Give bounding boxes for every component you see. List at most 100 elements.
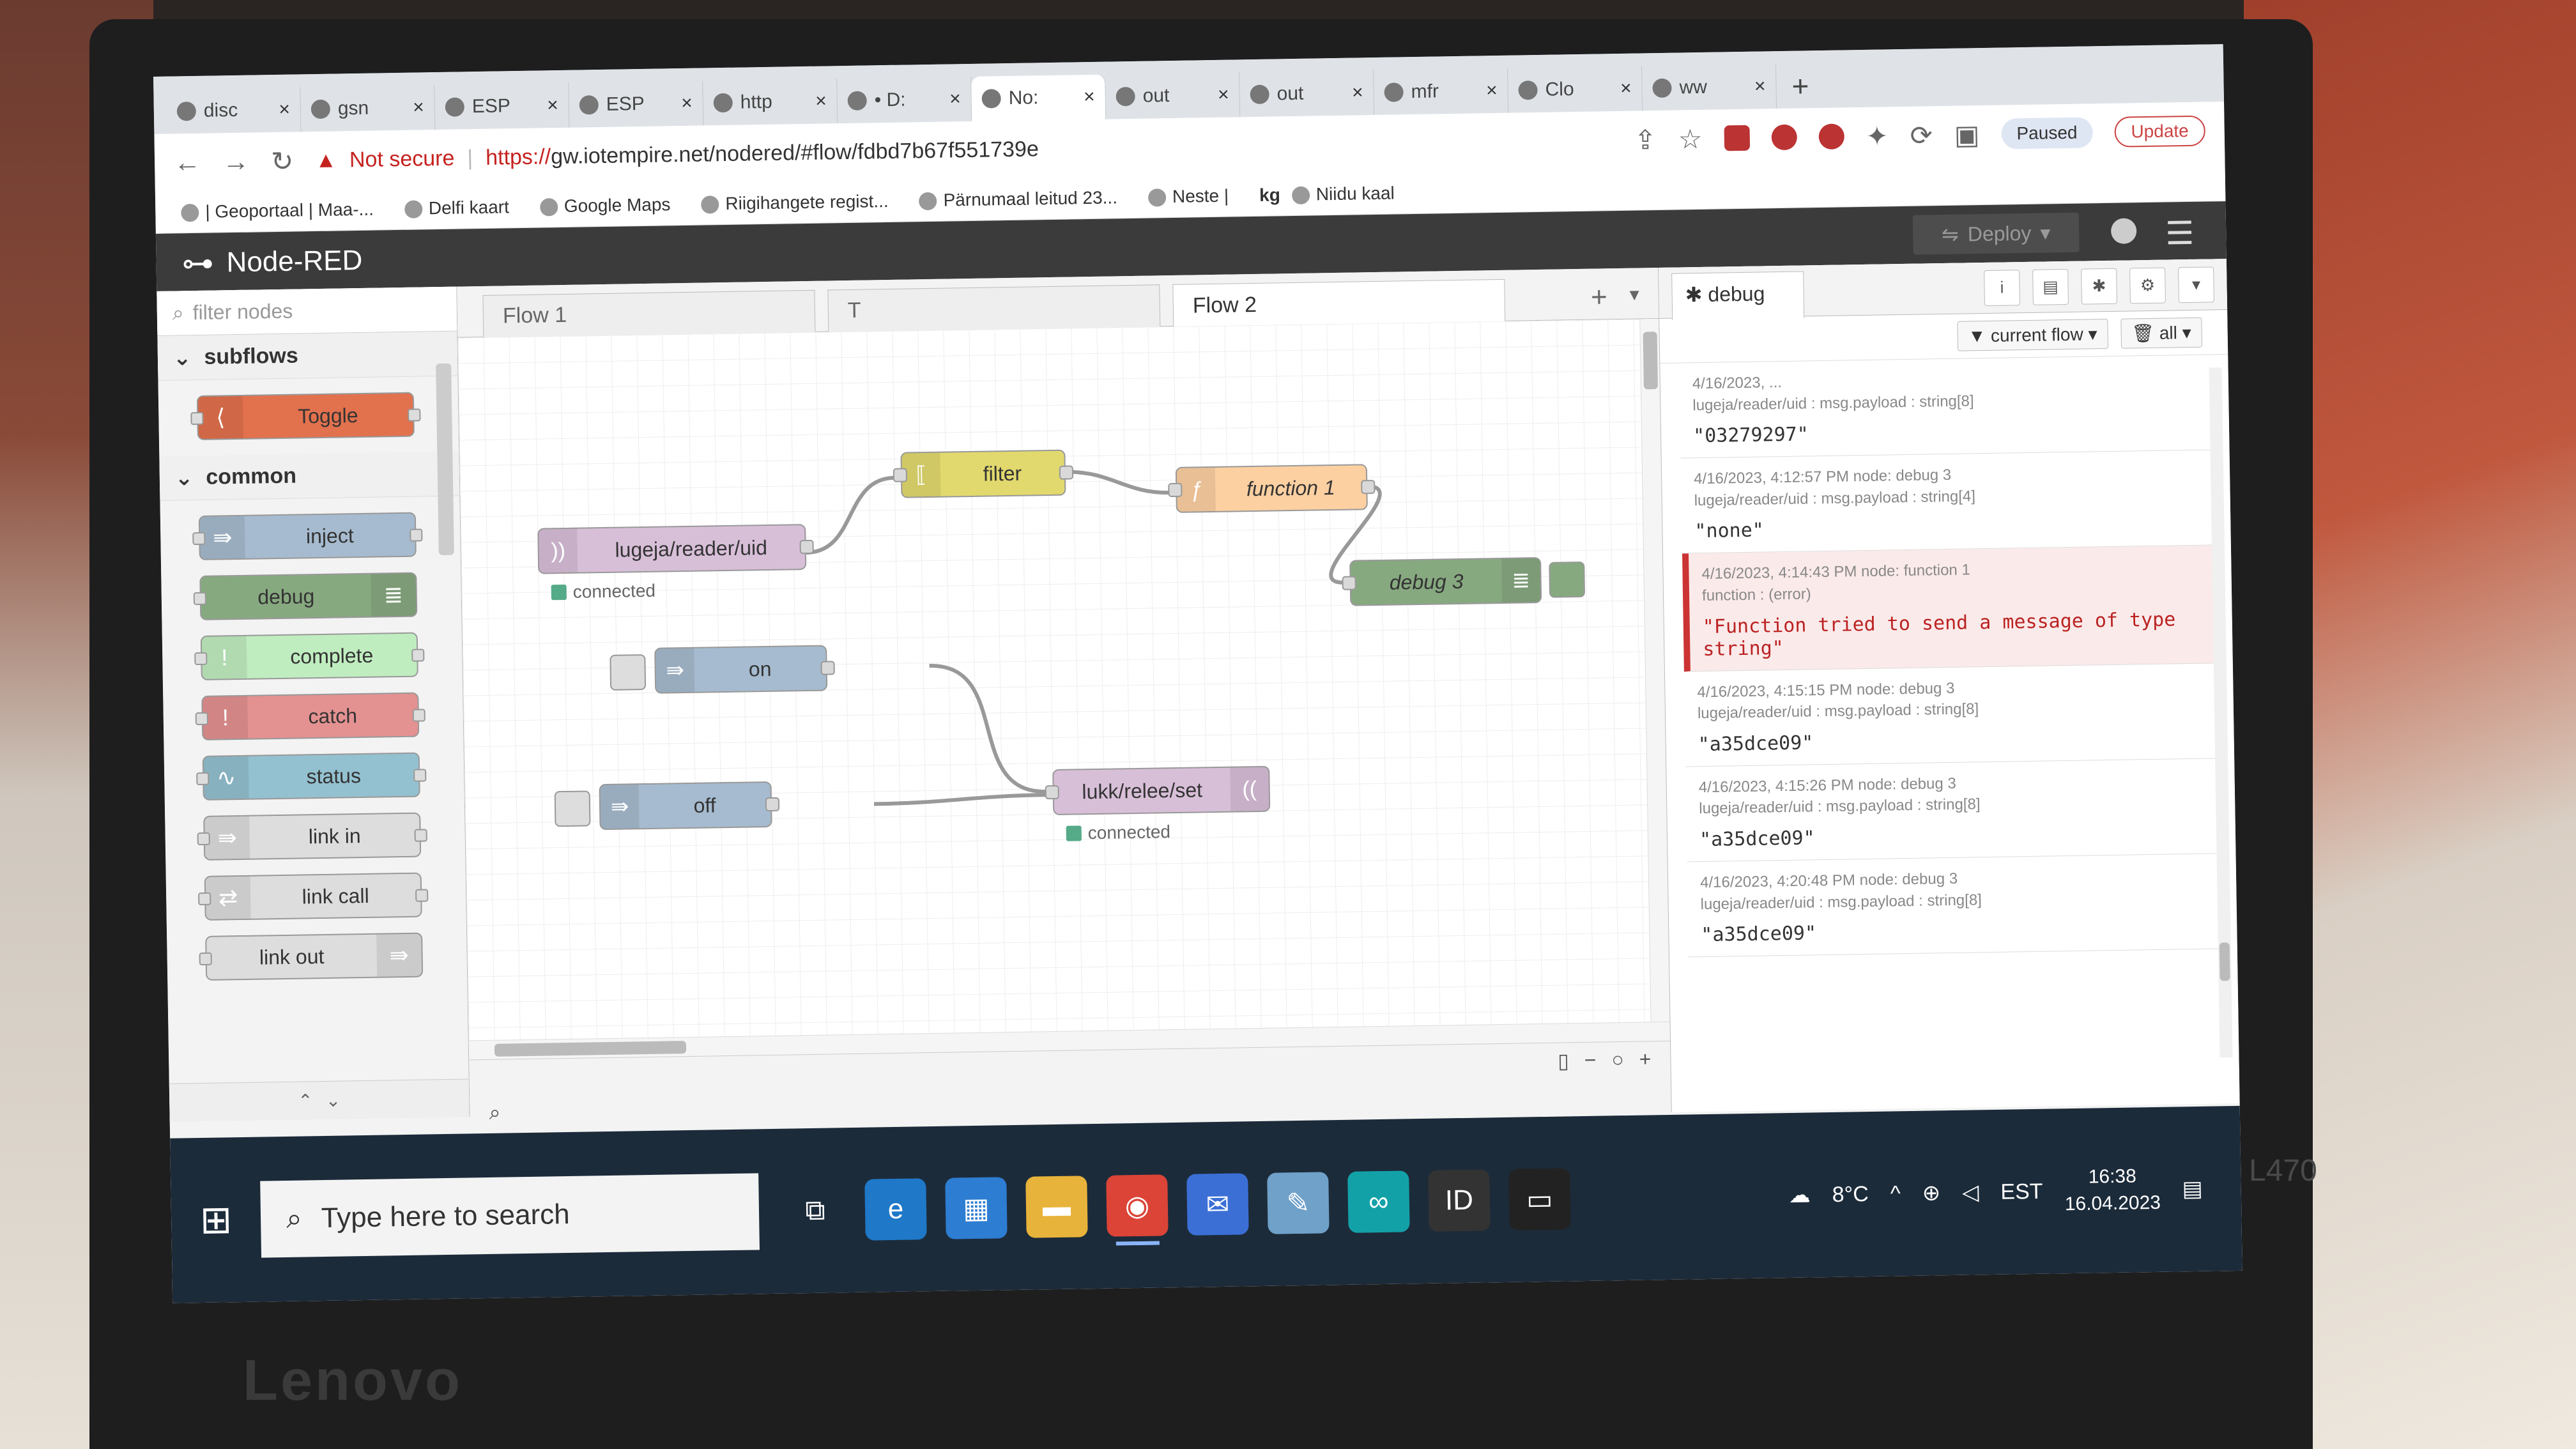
close-icon[interactable]: × <box>1084 86 1095 108</box>
bug-icon[interactable]: ✱ <box>2081 268 2117 305</box>
node-debug-3[interactable]: debug 3 ≣ <box>1342 556 1542 606</box>
star-icon[interactable]: ☆ <box>1678 123 1702 155</box>
output-port[interactable] <box>820 661 835 675</box>
browser-tab[interactable]: mfr × <box>1374 68 1509 115</box>
debug-message[interactable]: 4/16/2023, 4:12:57 PM node: debug 3 lugej… <box>1680 450 2212 554</box>
chrome-icon[interactable]: ◉ <box>1106 1174 1169 1237</box>
node-inject-off[interactable]: ⇛ off <box>599 781 780 831</box>
output-port[interactable] <box>1059 465 1074 480</box>
user-icon[interactable] <box>2110 218 2137 244</box>
palette-category-common[interactable]: ⌄ common <box>159 451 460 501</box>
node-filter[interactable]: ⟦ filter <box>893 449 1074 498</box>
message-payload[interactable]: "none" <box>1694 512 2205 543</box>
browser-tab[interactable]: No: × <box>971 74 1107 121</box>
bookmark-item[interactable]: | Geoportaal | Maa-... <box>181 199 374 222</box>
volume-icon[interactable]: ◁ <box>1962 1179 1979 1205</box>
book-icon[interactable]: ▤ <box>2032 268 2069 305</box>
close-icon[interactable]: × <box>413 96 424 118</box>
message-payload[interactable]: "a35dce09" <box>1698 725 2208 756</box>
palette-node-complete[interactable]: ! complete <box>194 632 425 680</box>
task-view-icon[interactable]: ⧉ <box>784 1179 846 1241</box>
message-payload[interactable]: "a35dce09" <box>1699 821 2210 851</box>
zoom-out-icon[interactable]: − <box>1584 1048 1596 1072</box>
browser-tab[interactable]: ESP × <box>569 80 704 128</box>
weather-temp[interactable]: 8°C <box>1832 1182 1869 1208</box>
palette-scrollbar[interactable] <box>436 363 454 556</box>
bookmark-item[interactable]: Pärnumaal leitud 23... <box>919 187 1117 211</box>
sidepanel-icon[interactable]: ▣ <box>1954 119 1979 151</box>
expand-all-icon[interactable]: ⌄ <box>325 1090 341 1111</box>
collapse-all-icon[interactable]: ⌃ <box>298 1090 313 1111</box>
scroll-thumb[interactable] <box>1643 332 1658 390</box>
message-payload[interactable]: "a35dce09" <box>1701 916 2211 946</box>
hamburger-menu-icon[interactable]: ☰ <box>2165 215 2195 252</box>
not-secure-label[interactable]: Not secure <box>349 146 455 172</box>
browser-tab[interactable]: ESP × <box>434 82 570 130</box>
browser-tab[interactable]: out × <box>1239 70 1375 118</box>
scroll-thumb[interactable] <box>2219 942 2230 981</box>
browser-tab[interactable]: out × <box>1105 72 1241 119</box>
chevron-down-icon[interactable]: ▾ <box>2178 266 2214 303</box>
browser-tab[interactable]: Clo × <box>1508 66 1643 113</box>
puzzle-icon[interactable]: ✦ <box>1866 120 1889 152</box>
pdf-extension-icon[interactable] <box>1724 125 1750 151</box>
info-icon[interactable]: i <box>1984 269 2020 306</box>
terminal-icon[interactable]: ▭ <box>1508 1168 1571 1230</box>
flow-canvas[interactable]: )) lugeja/reader/uid connected ⟦ filter … <box>457 319 1670 1060</box>
map-icon[interactable]: ▯ <box>1558 1048 1569 1073</box>
share-icon[interactable]: ⇪ <box>1634 124 1657 156</box>
node-mqtt-out[interactable]: lukk/relee/set (( <box>1045 765 1271 816</box>
palette-node-catch[interactable]: ! catch <box>195 692 425 740</box>
node-mqtt-in[interactable]: )) lugeja/reader/uid <box>537 524 814 574</box>
file-explorer-icon[interactable]: ▬ <box>1025 1176 1088 1238</box>
deploy-button[interactable]: ⇋ Deploy ▾ <box>1912 212 2080 255</box>
close-icon[interactable]: × <box>279 99 290 121</box>
search-flows-icon[interactable]: ⌕ <box>489 1101 501 1125</box>
debug-message[interactable]: 4/16/2023, 4:15:26 PM node: debug 3 lugej… <box>1685 758 2217 862</box>
chevron-down-icon[interactable]: ▾ <box>2040 220 2051 245</box>
arduino-icon[interactable]: ∞ <box>1347 1170 1410 1233</box>
message-payload[interactable]: "03279297" <box>1693 417 2204 448</box>
inject-off-button[interactable] <box>554 790 591 827</box>
opera-extension-icon[interactable] <box>1771 124 1797 151</box>
edge-icon[interactable]: e <box>864 1178 927 1241</box>
output-port[interactable] <box>799 539 814 555</box>
close-icon[interactable]: × <box>547 95 558 116</box>
tab-flow-1[interactable]: Flow 1 <box>482 289 816 337</box>
store-icon[interactable]: ▦ <box>945 1177 1008 1239</box>
bookmark-item[interactable]: Riigihangete regist... <box>701 190 889 214</box>
output-port[interactable] <box>1361 480 1376 494</box>
scroll-thumb[interactable] <box>494 1041 687 1057</box>
palette-node-toggle[interactable]: ⟨ Toggle <box>190 392 421 440</box>
taskbar-search-box[interactable]: ⌕ Type here to search <box>260 1173 760 1258</box>
close-icon[interactable]: × <box>815 90 827 112</box>
update-button[interactable]: Update <box>2114 115 2206 148</box>
debug-message[interactable]: 4/16/2023, 4:20:48 PM node: debug 3 lugej… <box>1687 854 2218 958</box>
gear-icon[interactable]: ⚙ <box>2129 267 2166 303</box>
url-field[interactable]: ▲ Not secure | https://gw.iotempire.net/… <box>315 128 1613 173</box>
node-inject-on[interactable]: ⇛ on <box>654 645 835 694</box>
palette-node-link-call[interactable]: ⇄ link call <box>198 872 429 921</box>
sync-icon[interactable]: ⟳ <box>1910 119 1933 151</box>
input-port[interactable] <box>1168 482 1183 498</box>
palette-node-link-in[interactable]: ⇛ link in <box>197 812 427 861</box>
forward-icon[interactable]: → <box>222 146 250 178</box>
url-text[interactable]: https://gw.iotempire.net/nodered/#flow/f… <box>486 137 1039 171</box>
tab-debug[interactable]: ✱ debug <box>1671 271 1804 320</box>
chevron-up-icon[interactable]: ^ <box>1890 1181 1901 1206</box>
keyboard-locale[interactable]: EST <box>2000 1179 2043 1204</box>
network-icon[interactable]: ⊕ <box>1922 1180 1940 1206</box>
palette-node-link-out[interactable]: link out ⇛ <box>199 932 424 981</box>
bookmark-item[interactable]: Delfi kaart <box>404 197 510 219</box>
close-icon[interactable]: × <box>1352 82 1363 103</box>
browser-tab[interactable]: • D: × <box>837 76 972 124</box>
inject-on-button[interactable] <box>610 654 647 691</box>
palette-node-status[interactable]: ∿ status <box>196 752 427 801</box>
message-payload[interactable]: "Function tried to send a message of typ… <box>1703 608 2207 661</box>
reload-icon[interactable]: ↻ <box>271 145 294 177</box>
clear-messages-button[interactable]: 🗑 all ▾ <box>2120 317 2203 349</box>
filter-nodes-input[interactable]: ⌕ filter nodes <box>157 286 457 336</box>
zoom-in-icon[interactable]: + <box>1639 1047 1651 1071</box>
adblock-extension-icon[interactable] <box>1818 123 1844 150</box>
node-function-1[interactable]: ƒ function 1 <box>1168 464 1376 513</box>
